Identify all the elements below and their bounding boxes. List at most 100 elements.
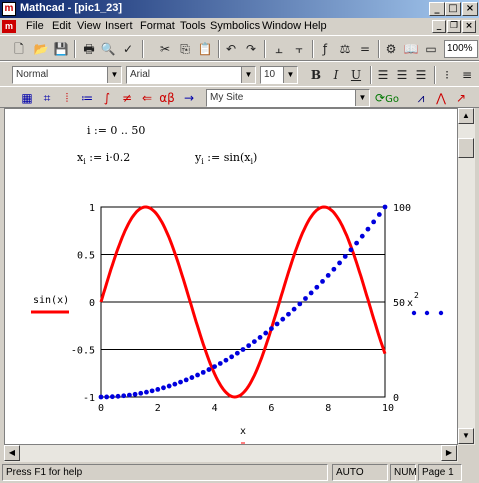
square-series-point [115, 393, 121, 399]
menu-window[interactable]: Window [262, 20, 301, 32]
square-series-point [263, 330, 269, 336]
boolean-icon[interactable]: ≠ [118, 89, 136, 107]
worksheet[interactable]: i := 0 .. 50 xi := i·0.2 yi := sin(xi) 0… [4, 108, 458, 445]
spell-check-icon[interactable]: ✓ [119, 40, 137, 58]
graph-icon[interactable]: ⌗ [38, 89, 56, 107]
go-button[interactable]: ⟳Go [372, 89, 402, 107]
align-center-icon[interactable]: ☰ [393, 66, 411, 84]
chevron-down-icon[interactable]: ▼ [107, 67, 121, 83]
surface-plot-icon[interactable]: ↗ [452, 89, 470, 107]
insert-unit-icon[interactable]: ⚖ [336, 40, 354, 58]
square-series-point [331, 266, 337, 272]
resources-icon[interactable]: 📖 [402, 40, 420, 58]
window-icon[interactable]: ▭ [422, 40, 440, 58]
square-series-point [183, 377, 189, 383]
zoom-select[interactable]: 100% [444, 40, 478, 58]
align-down-icon[interactable]: ⫟ [290, 40, 308, 58]
redo-icon[interactable]: ↷ [242, 40, 260, 58]
chevron-down-icon[interactable]: ▼ [241, 67, 255, 83]
bold-button[interactable]: B [307, 66, 325, 84]
style-value: Normal [16, 69, 49, 80]
square-series-point [354, 240, 359, 246]
underline-button[interactable]: U [347, 66, 365, 84]
close-icon[interactable]: × [462, 2, 478, 16]
square-series-point [172, 381, 178, 387]
italic-button[interactable]: I [327, 66, 345, 84]
square-series-point [286, 311, 291, 317]
align-right-icon[interactable]: ☰ [412, 66, 430, 84]
cut-icon[interactable]: ✂ [156, 40, 174, 58]
left-tick-label: 0.5 [77, 251, 95, 262]
menu-help[interactable]: Help [304, 20, 327, 32]
matrix-icon[interactable]: ⦙ [58, 89, 76, 107]
menu-format[interactable]: Format [140, 20, 175, 32]
calculate-icon[interactable]: = [356, 40, 374, 58]
paste-icon[interactable]: 📋 [196, 40, 214, 58]
status-mode: AUTO [332, 464, 388, 481]
minimize-icon[interactable]: _ [429, 2, 445, 16]
left-tick-label: -0.5 [71, 346, 95, 357]
polar-plot-icon[interactable]: ⋀ [432, 89, 450, 107]
save-icon[interactable]: 💾 [52, 40, 70, 58]
scroll-right-icon[interactable]: ▶ [441, 445, 457, 461]
doc-minimize-icon[interactable]: _ [432, 20, 446, 33]
programming-icon[interactable]: ⇐ [138, 89, 156, 107]
insert-component-icon[interactable]: ⚙ [382, 40, 400, 58]
menu-file[interactable]: File [26, 20, 44, 32]
numbering-icon[interactable]: ≡ [458, 66, 476, 84]
menu-insert[interactable]: Insert [105, 20, 133, 32]
square-series-point [206, 367, 212, 372]
math-toolbar: ▦ ⌗ ⦙ ≔ ∫ ≠ ⇐ αβ → My Site ▼ ⟳Go ⩘ ⋀ ↗ [0, 86, 479, 108]
title-bar: m Mathcad - [pic1_23] _ □ × [0, 0, 479, 18]
menu-edit[interactable]: Edit [52, 20, 71, 32]
calculus-icon[interactable]: ∫ [98, 89, 116, 107]
undo-icon[interactable]: ↶ [222, 40, 240, 58]
vertical-scrollbar[interactable]: ▲ ▼ [458, 108, 475, 445]
menu-view[interactable]: View [77, 20, 101, 32]
xy-plot[interactable]: 0 2 4 6 8 10 1 0.5 0 -0.5 -1 100 50 0 sin(x) x 2 x [5, 109, 458, 445]
align-left-icon[interactable]: ☰ [374, 66, 392, 84]
scroll-up-icon[interactable]: ▲ [458, 108, 474, 124]
open-icon[interactable]: 📂 [32, 40, 50, 58]
x-tick-label: 6 [268, 403, 274, 414]
resource-select[interactable]: My Site ▼ [206, 89, 370, 107]
scroll-left-icon[interactable]: ◀ [4, 445, 20, 461]
menu-symbolics[interactable]: Symbolics [210, 20, 260, 32]
gridlines [101, 206, 385, 398]
square-series-point [121, 393, 127, 399]
right-tick-label: 50 [393, 298, 405, 309]
menu-tools[interactable]: Tools [180, 20, 206, 32]
align-across-icon[interactable]: ⫠ [270, 40, 288, 58]
scroll-thumb[interactable] [458, 138, 474, 158]
horizontal-scrollbar[interactable]: ◀ ▶ [4, 445, 458, 462]
maximize-icon[interactable]: □ [445, 2, 461, 16]
font-size-select[interactable]: 10 ▼ [260, 66, 298, 84]
square-series-point [189, 375, 195, 380]
evaluation-icon[interactable]: ≔ [78, 89, 96, 107]
toolbar-separator [378, 40, 380, 58]
doc-close-icon[interactable]: × [462, 20, 476, 33]
scroll-down-icon[interactable]: ▼ [458, 428, 474, 444]
new-document-icon[interactable]: 🗋 [10, 40, 28, 58]
doc-restore-icon[interactable]: ❐ [447, 20, 461, 33]
font-select[interactable]: Arial ▼ [126, 66, 256, 84]
chevron-down-icon[interactable]: ▼ [355, 90, 369, 106]
go-label: Go [385, 94, 399, 105]
symbolic-icon[interactable]: → [180, 89, 198, 107]
print-icon[interactable]: 🖶 [80, 40, 98, 58]
xy-plot-icon[interactable]: ⩘ [412, 89, 430, 107]
toolbar-separator [142, 40, 144, 58]
square-series-point [280, 316, 286, 322]
mathcad-app-icon[interactable]: m [2, 2, 16, 16]
copy-icon[interactable]: ⎘ [176, 40, 194, 58]
square-series-point [217, 361, 223, 366]
style-select[interactable]: Normal ▼ [12, 66, 122, 84]
chevron-down-icon[interactable]: ▼ [283, 67, 297, 83]
insert-function-icon[interactable]: ƒ [316, 40, 334, 58]
document-icon[interactable]: m [2, 20, 16, 33]
bullets-icon[interactable]: ⁝ [438, 66, 456, 84]
greek-icon[interactable]: αβ [158, 89, 176, 107]
calculator-icon[interactable]: ▦ [18, 89, 36, 107]
standard-toolbar: 🗋 📂 💾 🖶 🔍 ✓ ✂ ⎘ 📋 ↶ ↷ ⫠ ⫟ ƒ ⚖ = ⚙ 📖 ▭ 10… [0, 35, 479, 61]
print-preview-icon[interactable]: 🔍 [99, 40, 117, 58]
